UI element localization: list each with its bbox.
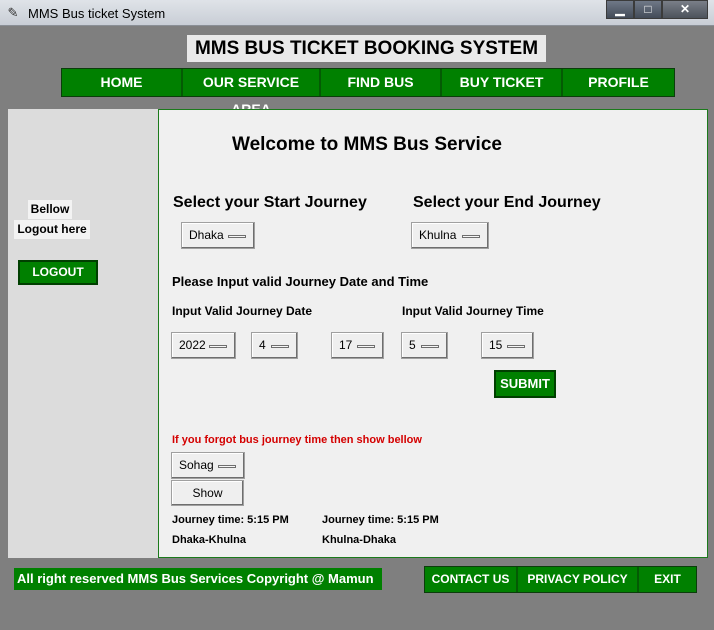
- submit-button[interactable]: SUBMIT: [494, 370, 556, 398]
- month-value: 4: [259, 338, 266, 352]
- contact-us-button[interactable]: CONTACT US: [425, 567, 518, 592]
- end-journey-value: Khulna: [419, 228, 457, 242]
- nav-profile[interactable]: PROFILE: [563, 69, 674, 96]
- window-titlebar: ✎ MMS Bus ticket System ▁ □ ✕: [0, 0, 714, 26]
- footer-nav: CONTACT US PRIVACY POLICY EXIT: [424, 566, 697, 593]
- minute-select[interactable]: 15: [481, 332, 534, 359]
- footer-copyright: All right reserved MMS Bus Services Copy…: [14, 568, 382, 590]
- maximize-icon: □: [644, 2, 652, 16]
- window-title: MMS Bus ticket System: [28, 6, 166, 21]
- sidebar: [8, 109, 158, 558]
- day-value: 17: [339, 338, 353, 352]
- start-journey-label: Select your Start Journey: [173, 194, 367, 211]
- nav-buy-ticket[interactable]: BUY TICKET: [442, 69, 563, 96]
- date-time-heading: Please Input valid Journey Date and Time: [172, 274, 429, 289]
- close-icon: ✕: [679, 2, 691, 16]
- dropdown-indicator-icon: [421, 345, 439, 348]
- year-select[interactable]: 2022: [171, 332, 236, 359]
- journey2-route: Khulna-Dhaka: [322, 534, 396, 546]
- start-journey-select[interactable]: Dhaka: [181, 222, 255, 249]
- sidebar-logout-label: Logout here: [14, 220, 90, 239]
- dropdown-indicator-icon: [271, 345, 289, 348]
- journey2-time: Journey time: 5:15 PM: [322, 514, 439, 526]
- sidebar-bellow-label: Bellow: [28, 200, 72, 219]
- maximize-button[interactable]: □: [634, 0, 662, 19]
- journey1-route: Dhaka-Khulna: [172, 534, 246, 546]
- minimize-button[interactable]: ▁: [606, 0, 634, 19]
- bus-select[interactable]: Sohag: [171, 452, 245, 479]
- minute-value: 15: [489, 338, 503, 352]
- journey1-time: Journey time: 5:15 PM: [172, 514, 289, 526]
- nav-home[interactable]: HOME: [62, 69, 183, 96]
- month-select[interactable]: 4: [251, 332, 298, 359]
- dropdown-indicator-icon: [228, 235, 246, 238]
- dropdown-indicator-icon: [218, 465, 236, 468]
- dropdown-indicator-icon: [357, 345, 375, 348]
- forgot-time-notice: If you forgot bus journey time then show…: [172, 434, 422, 446]
- date-label: Input Valid Journey Date: [172, 304, 313, 318]
- close-button[interactable]: ✕: [662, 0, 708, 19]
- page-title: MMS BUS TICKET BOOKING SYSTEM: [187, 35, 546, 62]
- hour-value: 5: [409, 338, 416, 352]
- main-nav: HOME OUR SERVICE AREA FIND BUS BUY TICKE…: [61, 68, 675, 117]
- logout-button[interactable]: LOGOUT: [18, 260, 98, 285]
- year-value: 2022: [179, 338, 206, 352]
- nav-service-area[interactable]: OUR SERVICE AREA: [183, 69, 321, 117]
- minimize-icon: ▁: [615, 2, 625, 16]
- dropdown-indicator-icon: [507, 345, 525, 348]
- show-button[interactable]: Show: [171, 480, 244, 506]
- time-label: Input Valid Journey Time: [402, 304, 544, 318]
- dropdown-indicator-icon: [462, 235, 480, 238]
- feather-icon: ✎: [7, 5, 19, 20]
- welcome-heading: Welcome to MMS Bus Service: [232, 134, 502, 155]
- day-select[interactable]: 17: [331, 332, 384, 359]
- exit-button[interactable]: EXIT: [639, 567, 696, 592]
- privacy-policy-button[interactable]: PRIVACY POLICY: [518, 567, 639, 592]
- end-journey-label: Select your End Journey: [413, 194, 601, 211]
- dropdown-indicator-icon: [209, 345, 227, 348]
- hour-select[interactable]: 5: [401, 332, 448, 359]
- nav-find-bus[interactable]: FIND BUS: [321, 69, 442, 96]
- end-journey-select[interactable]: Khulna: [411, 222, 489, 249]
- bus-value: Sohag: [179, 458, 214, 472]
- start-journey-value: Dhaka: [189, 228, 224, 242]
